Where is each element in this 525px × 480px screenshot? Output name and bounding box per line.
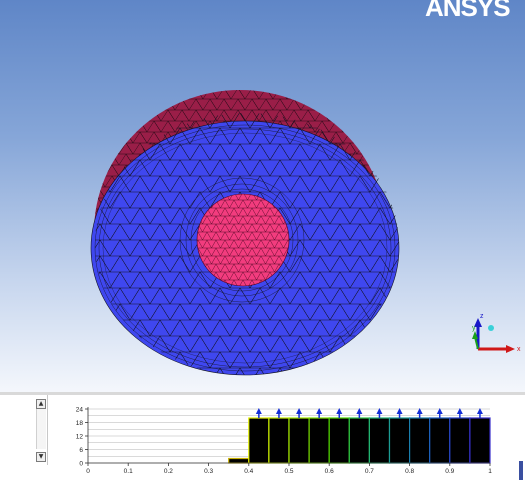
x-tick-label: 0.1 <box>124 468 133 475</box>
histogram-panel: ▲ ▼ 0 6 12 18 24 0 0.1 0.2 0.3 0.4 0.5 0.6 0.7 0.8 0.9… <box>0 395 525 480</box>
scroll-down-button[interactable]: ▼ <box>36 452 46 462</box>
histogram-bar <box>228 457 250 464</box>
inner-sphere[interactable] <box>196 193 290 287</box>
histogram-bar <box>429 417 451 464</box>
y-tick-label: 24 <box>76 407 84 414</box>
x-tick-label: 0.2 <box>164 468 173 475</box>
x-tick-label: 0 <box>86 468 90 475</box>
histogram-bar <box>409 417 431 464</box>
x-tick-label: 0.5 <box>284 468 293 475</box>
y-tick-label: 12 <box>76 434 84 441</box>
x-tick-label: 0.4 <box>244 468 253 475</box>
histogram-bar <box>348 417 370 464</box>
histogram-bar <box>328 417 350 464</box>
model-canvas[interactable]: z y x <box>0 0 525 392</box>
histogram-bar <box>288 417 310 464</box>
histogram-bar <box>248 417 270 464</box>
coordinate-triad: z y x <box>472 313 521 353</box>
x-axis-label: x <box>517 346 521 353</box>
x-tick-label: 1 <box>488 468 492 475</box>
mesh-metric-histogram[interactable]: 0 6 12 18 24 0 0.1 0.2 0.3 0.4 0.5 0.6 0.7 0.8 0.9 1 <box>60 395 500 480</box>
histogram-bar <box>368 417 391 464</box>
selection-list[interactable]: ▲ ▼ <box>0 395 48 465</box>
graphics-viewport[interactable]: ANSYS z y x <box>0 0 525 392</box>
histogram-bar <box>308 417 330 464</box>
x-tick-label: 0.8 <box>405 468 414 475</box>
y-axis-label: y <box>472 325 476 332</box>
scroll-up-button[interactable]: ▲ <box>36 399 46 409</box>
x-tick-label: 0.6 <box>325 468 334 475</box>
histogram-bar <box>449 417 471 464</box>
right-scrollbar[interactable] <box>519 461 523 480</box>
histogram-markers[interactable] <box>255 408 483 418</box>
y-tick-label: 18 <box>76 420 84 427</box>
x-tick-label: 0.7 <box>365 468 374 475</box>
y-tick-label: 0 <box>79 461 83 468</box>
z-axis-label: z <box>480 313 484 320</box>
scrollbar-track[interactable] <box>36 409 46 449</box>
histogram-bars <box>228 417 491 464</box>
histogram-bar <box>469 417 491 464</box>
histogram-bar <box>268 417 290 464</box>
x-tick-label: 0.3 <box>204 468 213 475</box>
x-tick-label: 0.9 <box>445 468 454 475</box>
histogram-bar <box>388 417 411 464</box>
triad-origin-marker <box>488 325 494 331</box>
y-tick-label: 6 <box>79 447 83 454</box>
